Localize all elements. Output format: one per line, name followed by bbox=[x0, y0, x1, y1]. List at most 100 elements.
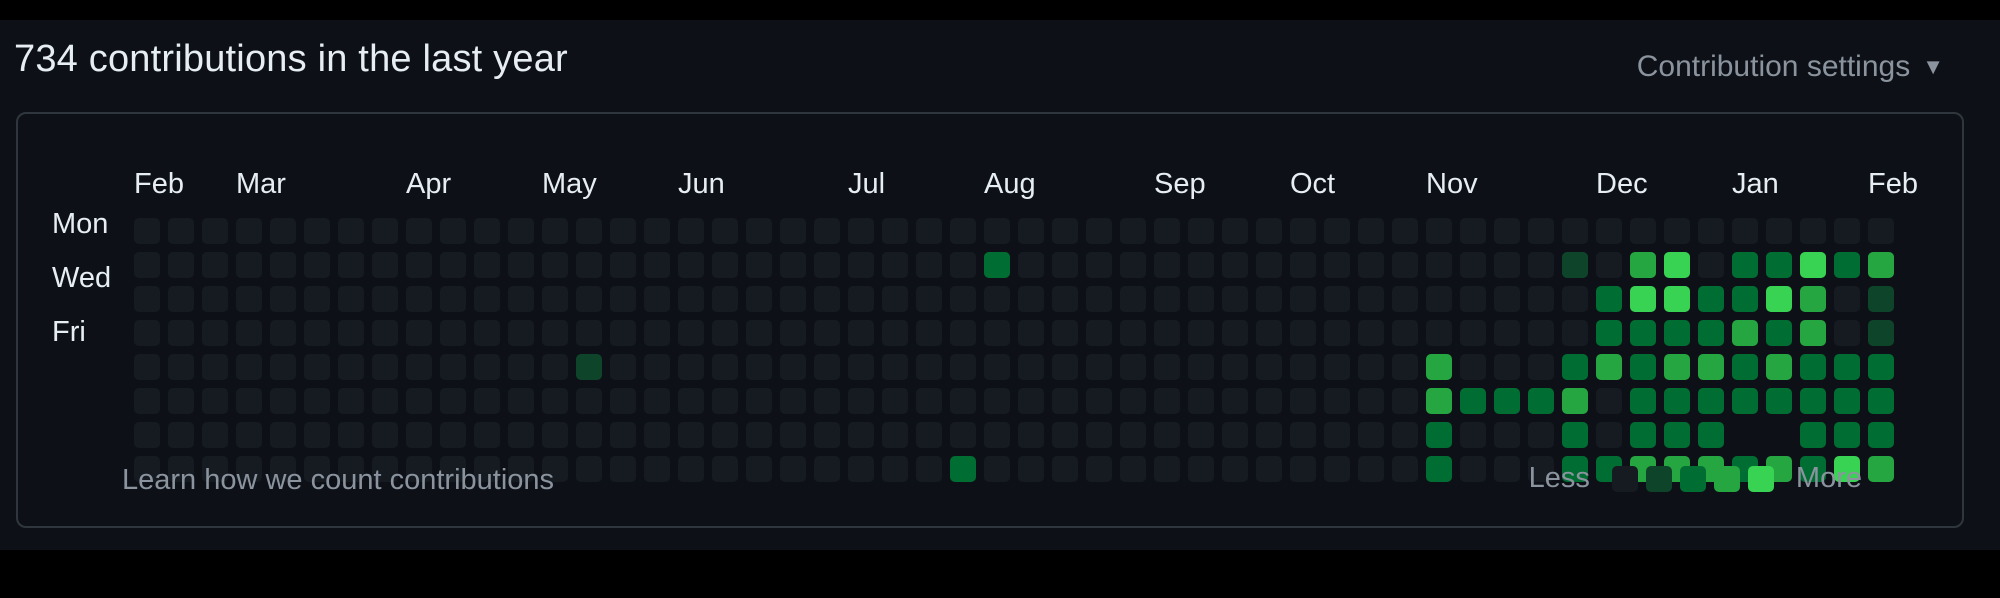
contribution-day-cell[interactable] bbox=[780, 354, 806, 380]
contribution-day-cell[interactable] bbox=[712, 286, 738, 312]
contribution-day-cell[interactable] bbox=[950, 354, 976, 380]
contribution-day-cell[interactable] bbox=[1426, 388, 1452, 414]
contribution-day-cell[interactable] bbox=[1868, 286, 1894, 312]
contribution-day-cell[interactable] bbox=[1392, 354, 1418, 380]
contribution-day-cell[interactable] bbox=[916, 218, 942, 244]
contribution-day-cell[interactable] bbox=[1086, 218, 1112, 244]
contribution-day-cell[interactable] bbox=[1188, 286, 1214, 312]
contribution-day-cell[interactable] bbox=[1800, 252, 1826, 278]
contribution-day-cell[interactable] bbox=[1222, 286, 1248, 312]
contribution-day-cell[interactable] bbox=[236, 218, 262, 244]
contribution-day-cell[interactable] bbox=[1222, 354, 1248, 380]
contribution-day-cell[interactable] bbox=[1086, 456, 1112, 482]
contribution-day-cell[interactable] bbox=[1698, 422, 1724, 448]
contribution-day-cell[interactable] bbox=[304, 252, 330, 278]
contribution-day-cell[interactable] bbox=[236, 286, 262, 312]
contribution-day-cell[interactable] bbox=[1426, 218, 1452, 244]
contribution-day-cell[interactable] bbox=[1188, 320, 1214, 346]
contribution-day-cell[interactable] bbox=[1528, 354, 1554, 380]
contribution-day-cell[interactable] bbox=[1732, 218, 1758, 244]
contribution-day-cell[interactable] bbox=[848, 286, 874, 312]
contribution-day-cell[interactable] bbox=[1834, 320, 1860, 346]
contribution-day-cell[interactable] bbox=[1052, 286, 1078, 312]
contribution-day-cell[interactable] bbox=[542, 422, 568, 448]
contribution-day-cell[interactable] bbox=[984, 354, 1010, 380]
contribution-day-cell[interactable] bbox=[644, 456, 670, 482]
contribution-day-cell[interactable] bbox=[1460, 388, 1486, 414]
contribution-day-cell[interactable] bbox=[984, 456, 1010, 482]
contribution-day-cell[interactable] bbox=[270, 422, 296, 448]
contribution-day-cell[interactable] bbox=[848, 320, 874, 346]
contribution-day-cell[interactable] bbox=[610, 422, 636, 448]
contribution-day-cell[interactable] bbox=[746, 388, 772, 414]
contribution-day-cell[interactable] bbox=[1664, 354, 1690, 380]
contribution-day-cell[interactable] bbox=[304, 286, 330, 312]
contribution-day-cell[interactable] bbox=[780, 218, 806, 244]
contribution-day-cell[interactable] bbox=[474, 422, 500, 448]
contribution-day-cell[interactable] bbox=[1358, 388, 1384, 414]
contribution-day-cell[interactable] bbox=[1528, 252, 1554, 278]
contribution-day-cell[interactable] bbox=[1086, 422, 1112, 448]
contribution-day-cell[interactable] bbox=[1630, 218, 1656, 244]
contribution-day-cell[interactable] bbox=[1494, 456, 1520, 482]
contribution-day-cell[interactable] bbox=[440, 320, 466, 346]
contribution-day-cell[interactable] bbox=[1494, 320, 1520, 346]
contribution-day-cell[interactable] bbox=[304, 422, 330, 448]
contribution-day-cell[interactable] bbox=[1766, 354, 1792, 380]
contribution-day-cell[interactable] bbox=[202, 354, 228, 380]
contribution-day-cell[interactable] bbox=[780, 320, 806, 346]
contribution-day-cell[interactable] bbox=[1392, 456, 1418, 482]
contribution-day-cell[interactable] bbox=[1290, 388, 1316, 414]
contribution-day-cell[interactable] bbox=[848, 218, 874, 244]
contribution-day-cell[interactable] bbox=[1800, 422, 1826, 448]
contribution-day-cell[interactable] bbox=[1494, 422, 1520, 448]
contribution-day-cell[interactable] bbox=[202, 252, 228, 278]
contribution-day-cell[interactable] bbox=[542, 354, 568, 380]
contribution-day-cell[interactable] bbox=[678, 320, 704, 346]
contribution-day-cell[interactable] bbox=[1052, 354, 1078, 380]
contribution-day-cell[interactable] bbox=[882, 218, 908, 244]
contribution-day-cell[interactable] bbox=[304, 388, 330, 414]
contribution-day-cell[interactable] bbox=[202, 218, 228, 244]
contribution-day-cell[interactable] bbox=[508, 320, 534, 346]
contribution-day-cell[interactable] bbox=[1426, 286, 1452, 312]
contribution-day-cell[interactable] bbox=[712, 388, 738, 414]
contribution-day-cell[interactable] bbox=[1052, 422, 1078, 448]
contribution-day-cell[interactable] bbox=[1800, 320, 1826, 346]
contribution-day-cell[interactable] bbox=[202, 422, 228, 448]
contribution-day-cell[interactable] bbox=[916, 320, 942, 346]
contribution-day-cell[interactable] bbox=[712, 218, 738, 244]
contribution-day-cell[interactable] bbox=[406, 320, 432, 346]
contribution-day-cell[interactable] bbox=[576, 218, 602, 244]
contribution-day-cell[interactable] bbox=[134, 388, 160, 414]
contribution-day-cell[interactable] bbox=[916, 252, 942, 278]
contribution-day-cell[interactable] bbox=[338, 354, 364, 380]
contribution-settings-button[interactable]: Contribution settings ▼ bbox=[1637, 50, 1944, 84]
contribution-day-cell[interactable] bbox=[542, 252, 568, 278]
contribution-day-cell[interactable] bbox=[950, 286, 976, 312]
contribution-day-cell[interactable] bbox=[338, 388, 364, 414]
contribution-day-cell[interactable] bbox=[1188, 218, 1214, 244]
contribution-day-cell[interactable] bbox=[746, 252, 772, 278]
contribution-day-cell[interactable] bbox=[882, 252, 908, 278]
contribution-day-cell[interactable] bbox=[1086, 252, 1112, 278]
contribution-day-cell[interactable] bbox=[508, 252, 534, 278]
contribution-day-cell[interactable] bbox=[1766, 286, 1792, 312]
contribution-day-cell[interactable] bbox=[780, 422, 806, 448]
contribution-day-cell[interactable] bbox=[678, 456, 704, 482]
contribution-day-cell[interactable] bbox=[984, 320, 1010, 346]
contribution-day-cell[interactable] bbox=[236, 252, 262, 278]
contribution-day-cell[interactable] bbox=[1426, 422, 1452, 448]
contribution-day-cell[interactable] bbox=[678, 388, 704, 414]
contribution-day-cell[interactable] bbox=[406, 218, 432, 244]
contribution-day-cell[interactable] bbox=[542, 218, 568, 244]
contribution-day-cell[interactable] bbox=[1256, 354, 1282, 380]
contribution-day-cell[interactable] bbox=[1630, 252, 1656, 278]
contribution-day-cell[interactable] bbox=[576, 456, 602, 482]
contribution-day-cell[interactable] bbox=[1358, 218, 1384, 244]
contribution-day-cell[interactable] bbox=[1222, 320, 1248, 346]
contribution-day-cell[interactable] bbox=[678, 354, 704, 380]
contribution-day-cell[interactable] bbox=[1018, 456, 1044, 482]
contribution-day-cell[interactable] bbox=[1052, 456, 1078, 482]
contribution-day-cell[interactable] bbox=[1052, 218, 1078, 244]
